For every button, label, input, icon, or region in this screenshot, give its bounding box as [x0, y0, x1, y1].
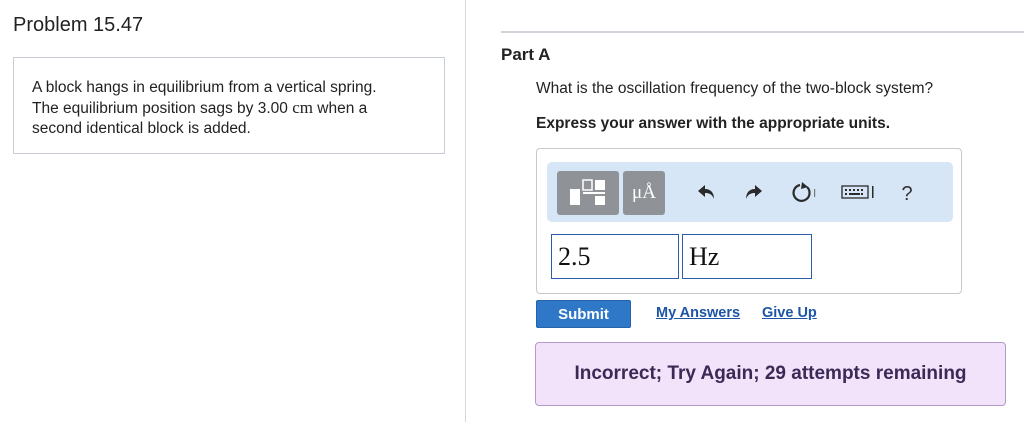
help-icon: ? — [901, 182, 913, 205]
reset-icon — [790, 181, 818, 208]
statement-line-1: A block hangs in equilibrium from a vert… — [32, 79, 377, 96]
my-answers-link[interactable]: My Answers — [656, 305, 740, 321]
part-divider — [501, 31, 1024, 33]
templates-button[interactable] — [557, 171, 619, 215]
redo-icon — [743, 183, 763, 206]
statement-text: The equilibrium position sags by — [32, 100, 258, 117]
sag-unit: cm — [292, 98, 313, 117]
submit-button[interactable]: Submit — [536, 300, 631, 328]
templates-icon — [568, 178, 608, 208]
value-input[interactable]: 2.5 — [551, 234, 679, 279]
problem-title: Problem 15.47 — [13, 14, 144, 36]
part-pane: Part A What is the oscillation frequency… — [466, 0, 1024, 422]
undo-icon — [697, 183, 717, 206]
units-button[interactable]: μÅ — [623, 171, 665, 215]
keyboard-button[interactable] — [841, 182, 877, 206]
statement-text: when a — [313, 100, 368, 117]
question-text: What is the oscillation frequency of the… — [536, 80, 934, 97]
keyboard-icon — [841, 183, 877, 206]
problem-pane: Problem 15.47 A block hangs in equilibri… — [0, 0, 466, 422]
help-button[interactable]: ? — [895, 182, 919, 206]
undo-button[interactable] — [695, 182, 719, 206]
sag-value: 3.00 — [257, 100, 288, 117]
redo-button[interactable] — [741, 182, 765, 206]
feedback-message: Incorrect; Try Again; 29 attempts remain… — [535, 342, 1006, 406]
problem-statement: A block hangs in equilibrium from a vert… — [13, 57, 445, 154]
statement-line-3: second identical block is added. — [32, 120, 251, 137]
answer-instruction: Express your answer with the appropriate… — [536, 115, 891, 132]
statement-line-2: The equilibrium position sags by 3.00 cm… — [32, 98, 426, 119]
math-toolbar: μÅ ? — [547, 162, 953, 222]
part-label: Part A — [501, 45, 551, 64]
answer-panel: μÅ ? 2.5 Hz — [536, 148, 962, 294]
units-icon: μÅ — [632, 182, 656, 203]
reset-button[interactable] — [789, 181, 819, 208]
give-up-link[interactable]: Give Up — [762, 305, 817, 321]
units-input[interactable]: Hz — [682, 234, 812, 279]
